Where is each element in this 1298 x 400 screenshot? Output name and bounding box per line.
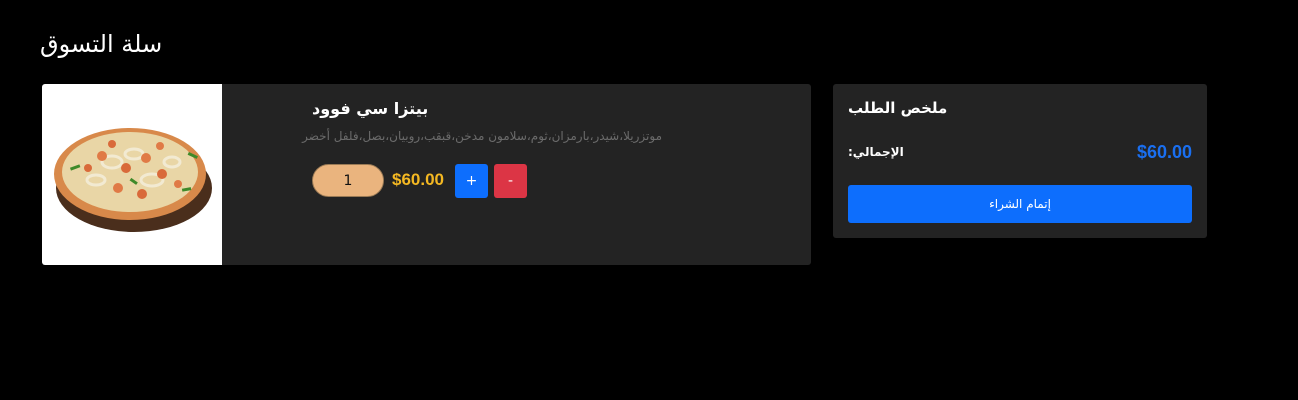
product-description: موتزريلا،شيدر،بارمزان،ثوم،سلامون مدخن،قب… <box>302 129 662 143</box>
total-value: $60.00 <box>1136 142 1192 162</box>
summary-title: ملخص الطلب <box>848 99 948 117</box>
product-name: بيتزا سي فوود <box>312 99 429 118</box>
order-summary-card: ملخص الطلب الإجمالي: $60.00 إتمام الشراء <box>833 84 1207 238</box>
page-title: سلة التسوق <box>40 30 163 58</box>
pizza-image <box>54 128 212 232</box>
product-image <box>42 84 222 265</box>
increase-quantity-button[interactable]: + <box>455 164 488 198</box>
total-label: الإجمالي: <box>848 145 904 159</box>
item-price: $60.00 <box>392 170 444 189</box>
quantity-input[interactable] <box>312 164 384 197</box>
decrease-quantity-button[interactable]: - <box>494 164 527 198</box>
cart-item-card: بيتزا سي فوود موتزريلا،شيدر،بارمزان،ثوم،… <box>42 84 811 265</box>
checkout-button[interactable]: إتمام الشراء <box>848 185 1192 223</box>
